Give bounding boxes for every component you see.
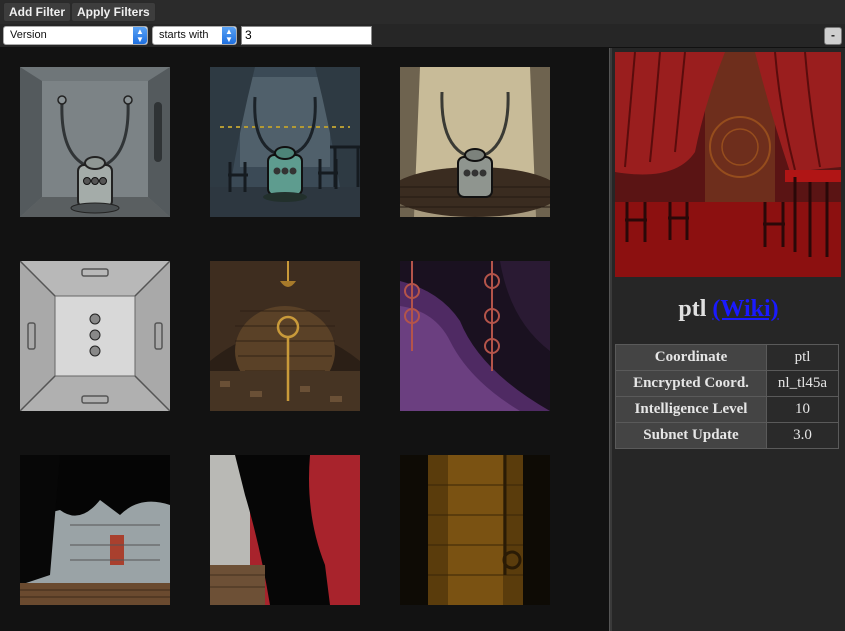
- room-image: [400, 455, 550, 605]
- top-toolbar: Add Filter Apply Filters: [0, 0, 845, 24]
- room-image: [210, 261, 360, 411]
- detail-title-text: ptl: [678, 296, 707, 322]
- gallery-thumbnail[interactable]: [20, 261, 170, 411]
- room-image: [615, 52, 841, 277]
- detail-info-table: Coordinate ptl Encrypted Coord. nl_tl45a…: [615, 344, 839, 449]
- room-image: [20, 455, 170, 605]
- room-image: [400, 261, 550, 411]
- add-filter-button[interactable]: Add Filter: [3, 2, 71, 22]
- row-value: ptl: [766, 344, 839, 371]
- room-image: [210, 67, 360, 217]
- gallery-thumbnail[interactable]: [20, 67, 170, 217]
- table-row: Coordinate ptl: [615, 344, 839, 371]
- filter-row: Version ▲ ▼ starts with ▲ ▼ 3 -: [0, 24, 845, 48]
- row-key: Coordinate: [615, 344, 767, 371]
- filter-operator-value: starts with: [159, 29, 209, 41]
- gallery-thumbnail[interactable]: [210, 455, 360, 605]
- room-image: [210, 455, 360, 605]
- room-image: [400, 67, 550, 217]
- select-arrows-icon: ▲ ▼: [222, 27, 236, 44]
- row-value: nl_tl45a: [766, 370, 839, 397]
- apply-filters-button[interactable]: Apply Filters: [71, 2, 156, 22]
- row-key: Encrypted Coord.: [615, 370, 767, 397]
- gallery-thumbnail[interactable]: [210, 261, 360, 411]
- table-row: Subnet Update 3.0: [615, 422, 839, 449]
- select-arrows-icon: ▲ ▼: [133, 27, 147, 44]
- wiki-link[interactable]: (Wiki): [712, 296, 778, 322]
- row-key: Subnet Update: [615, 422, 767, 449]
- filter-field-select[interactable]: Version ▲ ▼: [3, 26, 148, 45]
- room-image: [20, 261, 170, 411]
- gallery-thumbnail[interactable]: [400, 67, 550, 217]
- remove-filter-button[interactable]: -: [824, 27, 842, 45]
- detail-title: ptl (Wiki): [612, 296, 845, 323]
- row-value: 3.0: [766, 422, 839, 449]
- table-row: Encrypted Coord. nl_tl45a: [615, 370, 839, 397]
- row-key: Intelligence Level: [615, 396, 767, 423]
- filter-field-value: Version: [10, 29, 47, 41]
- gallery-thumbnail[interactable]: [400, 455, 550, 605]
- gallery-thumbnail[interactable]: [400, 261, 550, 411]
- detail-preview-image: [615, 52, 841, 277]
- table-row: Intelligence Level 10: [615, 396, 839, 423]
- gallery-thumbnail[interactable]: [20, 455, 170, 605]
- row-value: 10: [766, 396, 839, 423]
- room-image: [20, 67, 170, 217]
- filter-value-input[interactable]: 3: [241, 26, 372, 45]
- gallery-thumbnail[interactable]: [210, 67, 360, 217]
- filter-operator-select[interactable]: starts with ▲ ▼: [152, 26, 237, 45]
